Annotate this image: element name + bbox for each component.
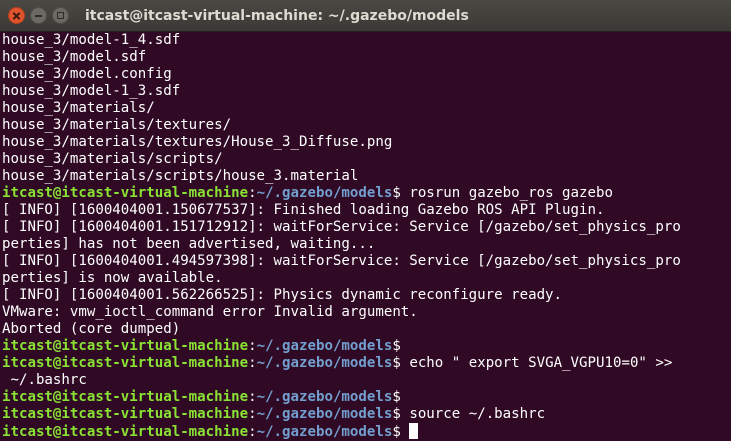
output-line: house_3/model-1_3.sdf xyxy=(2,83,731,100)
prompt-path: ~/.gazebo/models xyxy=(256,424,393,440)
output-line: house_3/model-1_4.sdf xyxy=(2,32,731,49)
prompt-symbol: $ xyxy=(392,338,401,354)
prompt-line: itcast@itcast-virtual-machine:~/.gazebo/… xyxy=(2,406,731,423)
output-line: house_3/materials/scripts/ xyxy=(2,151,731,168)
prompt-path: ~/.gazebo/models xyxy=(256,338,393,354)
output-line: Aborted (core dumped) xyxy=(2,321,731,338)
minimize-icon[interactable] xyxy=(30,7,47,24)
prompt-symbol: $ xyxy=(392,355,410,371)
output-line: house_3/materials/ xyxy=(2,100,731,117)
output-text: house_3/materials/textures/House_3_Diffu… xyxy=(2,134,393,150)
output-line: house_3/materials/textures/ xyxy=(2,117,731,134)
output-line: house_3/model.sdf xyxy=(2,49,731,66)
output-line: [ INFO] [1600404001.562266525]: Physics … xyxy=(2,287,731,304)
terminal-window: itcast@itcast-virtual-machine: ~/.gazebo… xyxy=(0,0,731,440)
output-text: house_3/materials/scripts/house_3.materi… xyxy=(2,168,359,184)
prompt-path: ~/.gazebo/models xyxy=(256,355,393,371)
command-text: echo " export SVGA_VGPU10=0" >> xyxy=(409,355,673,371)
output-line: house_3/materials/textures/House_3_Diffu… xyxy=(2,134,731,151)
prompt-user: itcast@itcast-virtual-machine xyxy=(2,389,249,405)
output-text: house_3/model.config xyxy=(2,66,172,82)
prompt-line: itcast@itcast-virtual-machine:~/.gazebo/… xyxy=(2,423,731,440)
title-bar[interactable]: itcast@itcast-virtual-machine: ~/.gazebo… xyxy=(0,0,731,32)
output-line: ~/.bashrc xyxy=(2,372,731,389)
prompt-user: itcast@itcast-virtual-machine xyxy=(2,355,249,371)
output-text: house_3/materials/textures/ xyxy=(2,117,232,133)
command-text: source ~/.bashrc xyxy=(409,406,546,422)
prompt-user: itcast@itcast-virtual-machine xyxy=(2,338,249,354)
output-line: [ INFO] [1600404001.494597398]: waitForS… xyxy=(2,253,731,270)
output-line: VMware: vmw_ioctl_command error Invalid … xyxy=(2,304,731,321)
prompt-path: ~/.gazebo/models xyxy=(256,406,393,422)
output-text: house_3/model.sdf xyxy=(2,49,147,65)
terminal-output[interactable]: house_3/model-1_4.sdf house_3/model.sdf ho… xyxy=(0,32,731,440)
prompt-line: itcast@itcast-virtual-machine:~/.gazebo/… xyxy=(2,389,731,406)
prompt-path: ~/.gazebo/models xyxy=(256,185,393,201)
output-line: perties] is now available. xyxy=(2,270,731,287)
prompt-line: itcast@itcast-virtual-machine:~/.gazebo/… xyxy=(2,338,731,355)
output-text: VMware: vmw_ioctl_command error Invalid … xyxy=(2,304,418,320)
command-text: rosrun gazebo_ros gazebo xyxy=(409,185,613,201)
cursor xyxy=(409,423,419,439)
prompt-symbol: $ xyxy=(392,389,401,405)
output-line: house_3/model.config xyxy=(2,66,731,83)
output-line: [ INFO] [1600404001.150677537]: Finished… xyxy=(2,202,731,219)
output-text: house_3/model-1_3.sdf xyxy=(2,83,181,99)
output-text: house_3/materials/scripts/ xyxy=(2,151,223,167)
output-text: house_3/model-1_4.sdf xyxy=(2,32,181,48)
output-text: Aborted (core dumped) xyxy=(2,321,181,337)
maximize-icon[interactable] xyxy=(52,7,69,24)
close-icon[interactable] xyxy=(8,7,25,24)
output-text: [ INFO] [1600404001.562266525]: Physics … xyxy=(2,287,563,303)
prompt-symbol: $ xyxy=(392,185,410,201)
output-line: perties] has not been advertised, waitin… xyxy=(2,236,731,253)
prompt-user: itcast@itcast-virtual-machine xyxy=(2,424,249,440)
output-text: house_3/materials/ xyxy=(2,100,155,116)
prompt-separator: : xyxy=(248,406,257,422)
prompt-separator: : xyxy=(248,389,257,405)
prompt-separator: : xyxy=(248,355,257,371)
window-title: itcast@itcast-virtual-machine: ~/.gazebo… xyxy=(85,7,469,24)
prompt-line: itcast@itcast-virtual-machine:~/.gazebo/… xyxy=(2,185,731,202)
prompt-line: itcast@itcast-virtual-machine:~/.gazebo/… xyxy=(2,355,731,372)
prompt-symbol: $ xyxy=(392,406,410,422)
prompt-separator: : xyxy=(248,185,257,201)
prompt-user: itcast@itcast-virtual-machine xyxy=(2,185,249,201)
prompt-user: itcast@itcast-virtual-machine xyxy=(2,406,249,422)
output-text: [ INFO] [1600404001.150677537]: Finished… xyxy=(2,202,605,218)
prompt-separator: : xyxy=(248,424,257,440)
output-line: house_3/materials/scripts/house_3.materi… xyxy=(2,168,731,185)
prompt-path: ~/.gazebo/models xyxy=(256,389,393,405)
output-line: [ INFO] [1600404001.151712912]: waitForS… xyxy=(2,219,731,236)
prompt-separator: : xyxy=(248,338,257,354)
prompt-symbol: $ xyxy=(392,424,410,440)
output-text: perties] has not been advertised, waitin… xyxy=(2,236,376,252)
output-text: perties] is now available. xyxy=(2,270,223,286)
output-text: ~/.bashrc xyxy=(2,372,87,388)
output-text: [ INFO] [1600404001.494597398]: waitForS… xyxy=(2,253,681,269)
output-text: [ INFO] [1600404001.151712912]: waitForS… xyxy=(2,219,681,235)
